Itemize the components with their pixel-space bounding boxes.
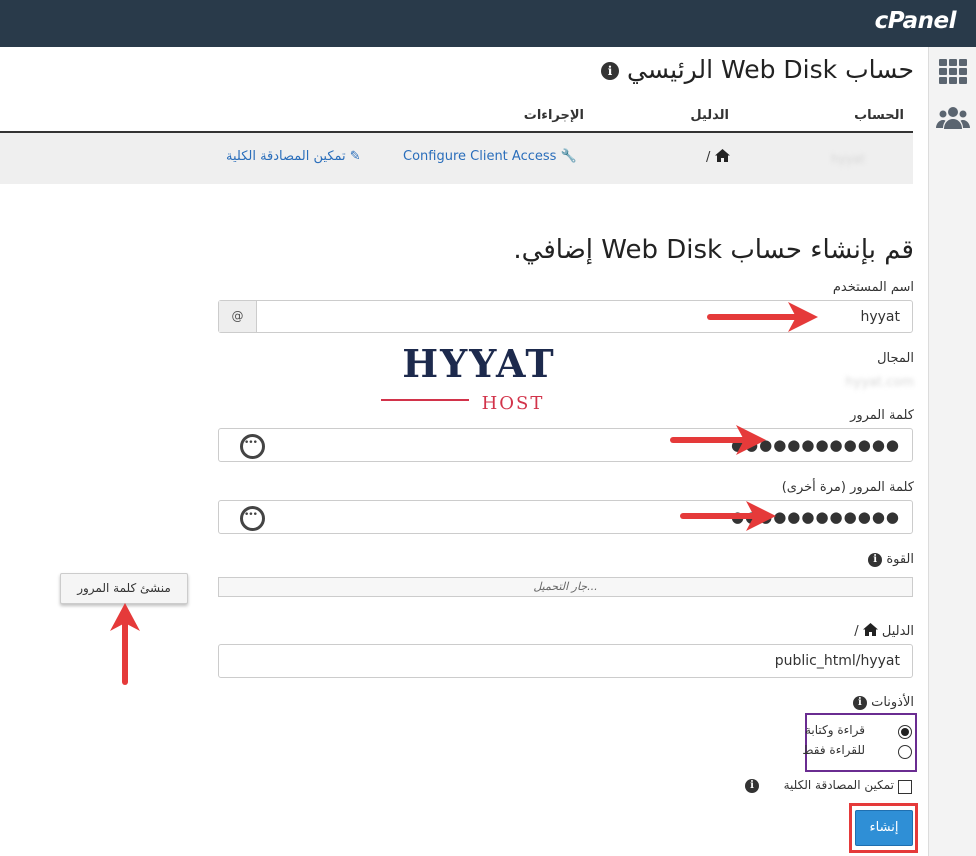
username-label: اسم المستخدم: [832, 280, 914, 295]
table-row: hyyat / Configure Client Access 🔧 ✎ تمكي…: [0, 133, 913, 184]
enable-digest-auth-link[interactable]: ✎ تمكين المصادقة الكلية: [226, 149, 361, 164]
watermark-line2: HOST: [482, 393, 545, 413]
domain-label: المجال: [877, 351, 914, 366]
create-button[interactable]: إنشاء: [855, 810, 913, 846]
directory-input[interactable]: public_html/hyyat: [218, 644, 913, 678]
directory-slash: /: [706, 150, 711, 165]
directory-label-slash: /: [854, 624, 859, 639]
configure-client-access-link[interactable]: Configure Client Access 🔧: [403, 149, 577, 164]
password-again-mask: ●●●●●●●●●●●●: [730, 508, 900, 526]
directory-label-row: الدليل /: [854, 623, 914, 639]
form-title: قم بإنشاء حساب Web Disk إضافي.: [513, 235, 914, 265]
password-again-label: كلمة المرور (مرة أخرى): [781, 480, 914, 495]
permissions-info-icon[interactable]: i: [852, 695, 867, 710]
watermark-line1: HYYAT: [402, 343, 555, 386]
hyyat-host-logo: HYYAT HOST: [378, 341, 581, 414]
top-bar: cPanel: [0, 0, 976, 47]
at-addon: @: [219, 301, 257, 332]
show-password-again-icon[interactable]: [240, 506, 265, 531]
password-label: كلمة المرور: [850, 408, 914, 423]
strength-label: القوة: [886, 552, 914, 567]
read-only-label[interactable]: للقراءة فقط: [802, 743, 865, 757]
home-icon: [714, 149, 730, 162]
password-input[interactable]: ●●●●●●●●●●●●: [218, 428, 913, 462]
read-write-label[interactable]: قراءة وكتابة: [805, 723, 865, 737]
directory-label: الدليل: [881, 624, 914, 639]
right-rail: [928, 47, 976, 856]
main-content: حساب Web Disk الرئيسي i الحساب الدليل ال…: [0, 47, 928, 856]
wrench-icon: 🔧: [560, 149, 577, 164]
enable-digest-auth-label: تمكين المصادقة الكلية: [226, 149, 346, 164]
page-title-text: حساب Web Disk الرئيسي: [627, 55, 914, 84]
permissions-label: الأذونات: [871, 695, 914, 710]
digest-auth-checkbox[interactable]: [898, 780, 912, 794]
users-icon[interactable]: [936, 103, 970, 133]
cpanel-logo[interactable]: cPanel: [875, 8, 957, 34]
strength-label-row: القوة i: [868, 552, 914, 567]
logo-divider: [381, 399, 469, 401]
password-generator-button[interactable]: منشئ كلمة المرور: [60, 573, 188, 604]
directory-value: public_html/hyyat: [774, 653, 900, 669]
read-write-radio[interactable]: [898, 725, 912, 739]
password-mask: ●●●●●●●●●●●●: [730, 436, 900, 454]
digest-auth-row: تمكين المصادقة الكلية: [784, 778, 894, 792]
account-cell: hyyat: [831, 152, 865, 166]
info-icon[interactable]: i: [601, 62, 620, 80]
digest-auth-label[interactable]: تمكين المصادقة الكلية: [784, 778, 894, 792]
configure-client-access-label: Configure Client Access: [403, 149, 557, 164]
read-only-radio[interactable]: [898, 745, 912, 759]
column-actions: الإجراءات: [523, 108, 584, 123]
username-input[interactable]: @ hyyat: [218, 300, 913, 333]
column-account: الحساب: [854, 108, 904, 123]
permissions-label-row: الأذونات i: [852, 695, 914, 710]
digest-info-icon[interactable]: i: [745, 779, 759, 793]
strength-info-icon[interactable]: i: [868, 552, 883, 567]
password-again-input[interactable]: ●●●●●●●●●●●●: [218, 500, 913, 534]
domain-value: hyyat.com: [845, 375, 914, 390]
grid-icon[interactable]: [936, 57, 970, 87]
directory-cell: /: [706, 149, 730, 165]
hyyat-logo-svg: HYYAT HOST: [381, 341, 555, 414]
home-icon: [862, 623, 878, 636]
username-value: hyyat: [860, 309, 900, 325]
page-title: حساب Web Disk الرئيسي i: [601, 55, 914, 84]
column-directory: الدليل: [690, 108, 729, 123]
show-password-icon[interactable]: [240, 434, 265, 459]
pencil-icon: ✎: [349, 149, 361, 164]
strength-meter: جار التحميل...: [218, 577, 913, 597]
